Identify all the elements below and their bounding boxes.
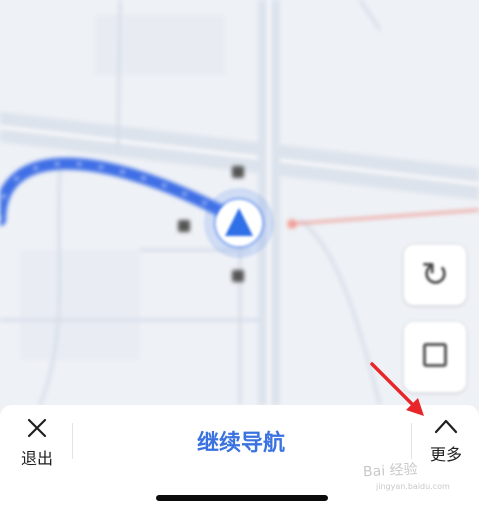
exit-button[interactable]: 退出 (8, 413, 66, 473)
navigation-arrow-icon (225, 208, 253, 236)
map-view[interactable]: ↻ (0, 0, 479, 405)
rotate-icon: ↻ (420, 255, 450, 295)
home-indicator[interactable] (156, 495, 328, 501)
watermark: Bai 经验 (362, 461, 418, 481)
divider (72, 423, 73, 459)
divider (411, 423, 412, 459)
more-button[interactable]: 更多 (416, 413, 476, 473)
close-icon (27, 418, 47, 438)
recenter-button[interactable]: ↻ (404, 245, 466, 305)
more-label: 更多 (429, 445, 462, 464)
watermark-url: jingyan.baidu.com (376, 482, 450, 491)
exit-label: 退出 (20, 449, 53, 468)
continue-navigation-button[interactable]: 继续导航 (80, 419, 402, 463)
current-location-marker (204, 188, 274, 258)
chevron-up-icon (434, 419, 458, 434)
annotation-arrow (370, 362, 424, 416)
